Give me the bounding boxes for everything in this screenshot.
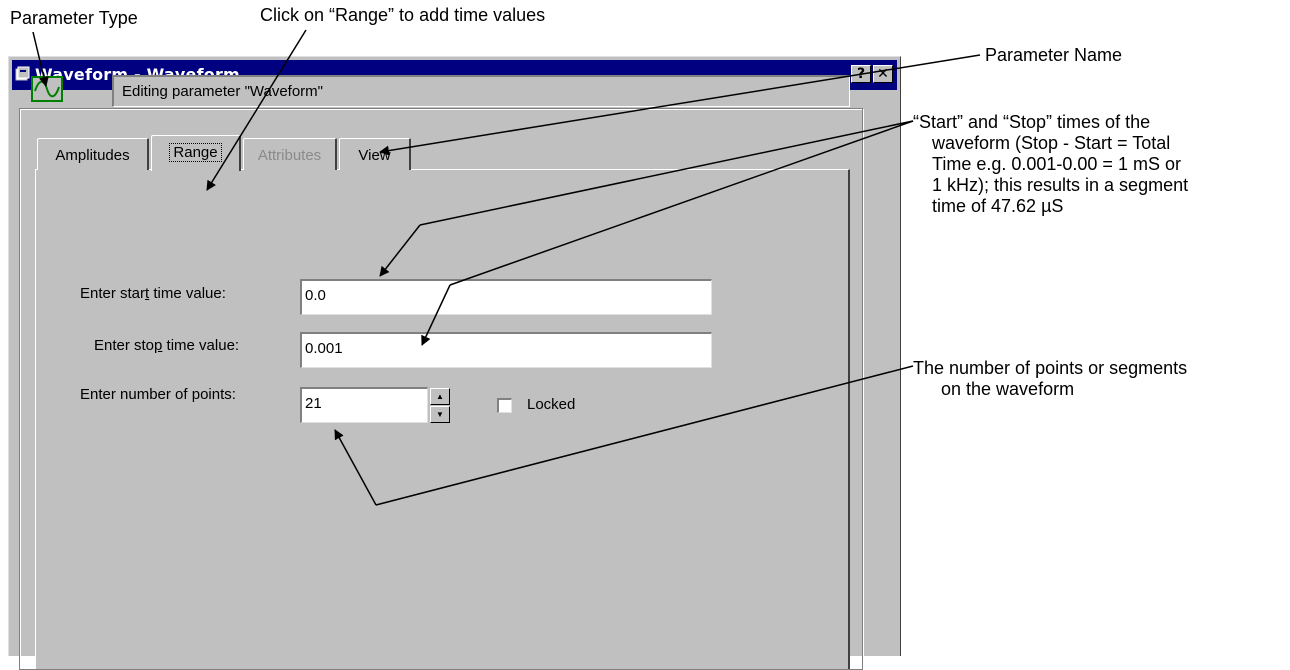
annotation-start-stop-times: “Start” and “Stop” times of the waveform… (913, 112, 1188, 217)
stop-time-label-text: time value: (162, 337, 240, 354)
annotation-number-of-points: The number of points or segments on the … (913, 358, 1187, 400)
locked-checkbox[interactable] (497, 398, 512, 413)
start-time-label-text: time value: (149, 285, 226, 302)
tab-amplitudes[interactable]: Amplitudes (37, 138, 149, 170)
annotation-click-range: Click on “Range” to add time values (260, 5, 546, 25)
help-button[interactable]: ? (851, 65, 871, 83)
sine-wave-icon (31, 76, 63, 102)
tab-range[interactable]: Range (151, 135, 241, 171)
stop-time-label: Enter stop time value: (94, 337, 239, 354)
window-app-icon (15, 66, 30, 81)
tab-attributes[interactable]: Attributes (243, 138, 337, 170)
annotation-line: “Start” and “Stop” times of the (913, 112, 1151, 132)
close-button[interactable]: ✕ (873, 65, 893, 83)
annotation-line: time of 47.62 µS (932, 196, 1064, 216)
number-of-points-label: Enter number of points: (80, 386, 236, 403)
sine-wave-glyph (34, 80, 60, 98)
annotation-line: Time e.g. 0.001-0.00 = 1 mS or (932, 154, 1181, 174)
start-time-input[interactable]: 0.0 (300, 279, 712, 315)
start-time-label: Enter start time value: (80, 285, 226, 302)
start-time-label-text: Enter star (80, 285, 146, 302)
tab-view[interactable]: View (339, 138, 411, 170)
annotation-line: on the waveform (941, 379, 1075, 399)
annotation-line: 1 kHz); this results in a segment (932, 175, 1189, 195)
annotation-parameter-type: Parameter Type (10, 8, 138, 28)
annotation-parameter-name: Parameter Name (985, 45, 1123, 65)
number-of-points-input[interactable]: 21 (300, 387, 428, 423)
annotation-line: waveform (Stop - Start = Total (932, 133, 1171, 153)
editing-parameter-label: Editing parameter "Waveform" (112, 75, 850, 107)
annotation-line: The number of points or segments (913, 358, 1188, 378)
spin-up-button[interactable]: ▲ (430, 388, 450, 405)
stop-time-input[interactable]: 0.001 (300, 332, 712, 368)
stop-time-label-text: Enter sto (94, 337, 155, 354)
spin-down-button[interactable]: ▼ (430, 406, 450, 423)
locked-label: Locked (527, 396, 576, 413)
tab-range-label: Range (169, 143, 222, 162)
